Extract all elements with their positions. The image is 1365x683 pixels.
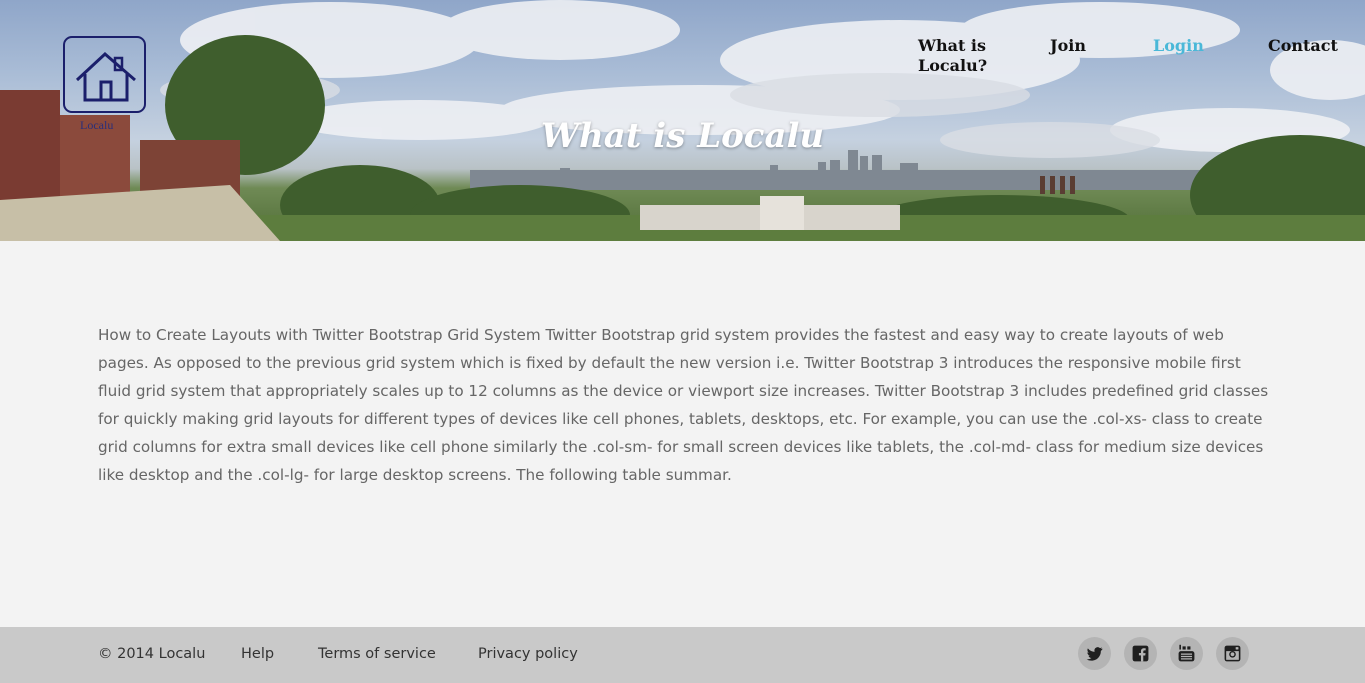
twitter-icon <box>1086 647 1103 661</box>
nav-join[interactable]: Join <box>1050 36 1086 56</box>
footer-link-help[interactable]: Help <box>241 646 274 662</box>
instagram-button[interactable] <box>1216 637 1249 670</box>
nav-contact[interactable]: Contact <box>1268 36 1338 56</box>
instagram-icon <box>1224 645 1241 662</box>
copyright: © 2014 Localu <box>98 646 206 662</box>
youtube-icon <box>1178 644 1195 662</box>
youtube-button[interactable] <box>1170 637 1203 670</box>
footer-link-terms[interactable]: Terms of service <box>318 646 436 662</box>
nav-login[interactable]: Login <box>1153 36 1204 56</box>
page-title: What is Localu <box>540 116 825 156</box>
body-text: How to Create Layouts with Twitter Boots… <box>98 326 1269 484</box>
hero-banner: Localu What is Localu? Join Login Contac… <box>0 0 1365 241</box>
footer-link-privacy[interactable]: Privacy policy <box>478 646 578 662</box>
facebook-button[interactable] <box>1124 637 1157 670</box>
twitter-button[interactable] <box>1078 637 1111 670</box>
facebook-icon <box>1132 645 1149 662</box>
main-nav: What is Localu? Join Login Contact <box>0 36 1365 86</box>
nav-what-is-localu[interactable]: What is Localu? <box>918 36 1008 76</box>
footer: © 2014 Localu Help Terms of service Priv… <box>0 627 1365 683</box>
